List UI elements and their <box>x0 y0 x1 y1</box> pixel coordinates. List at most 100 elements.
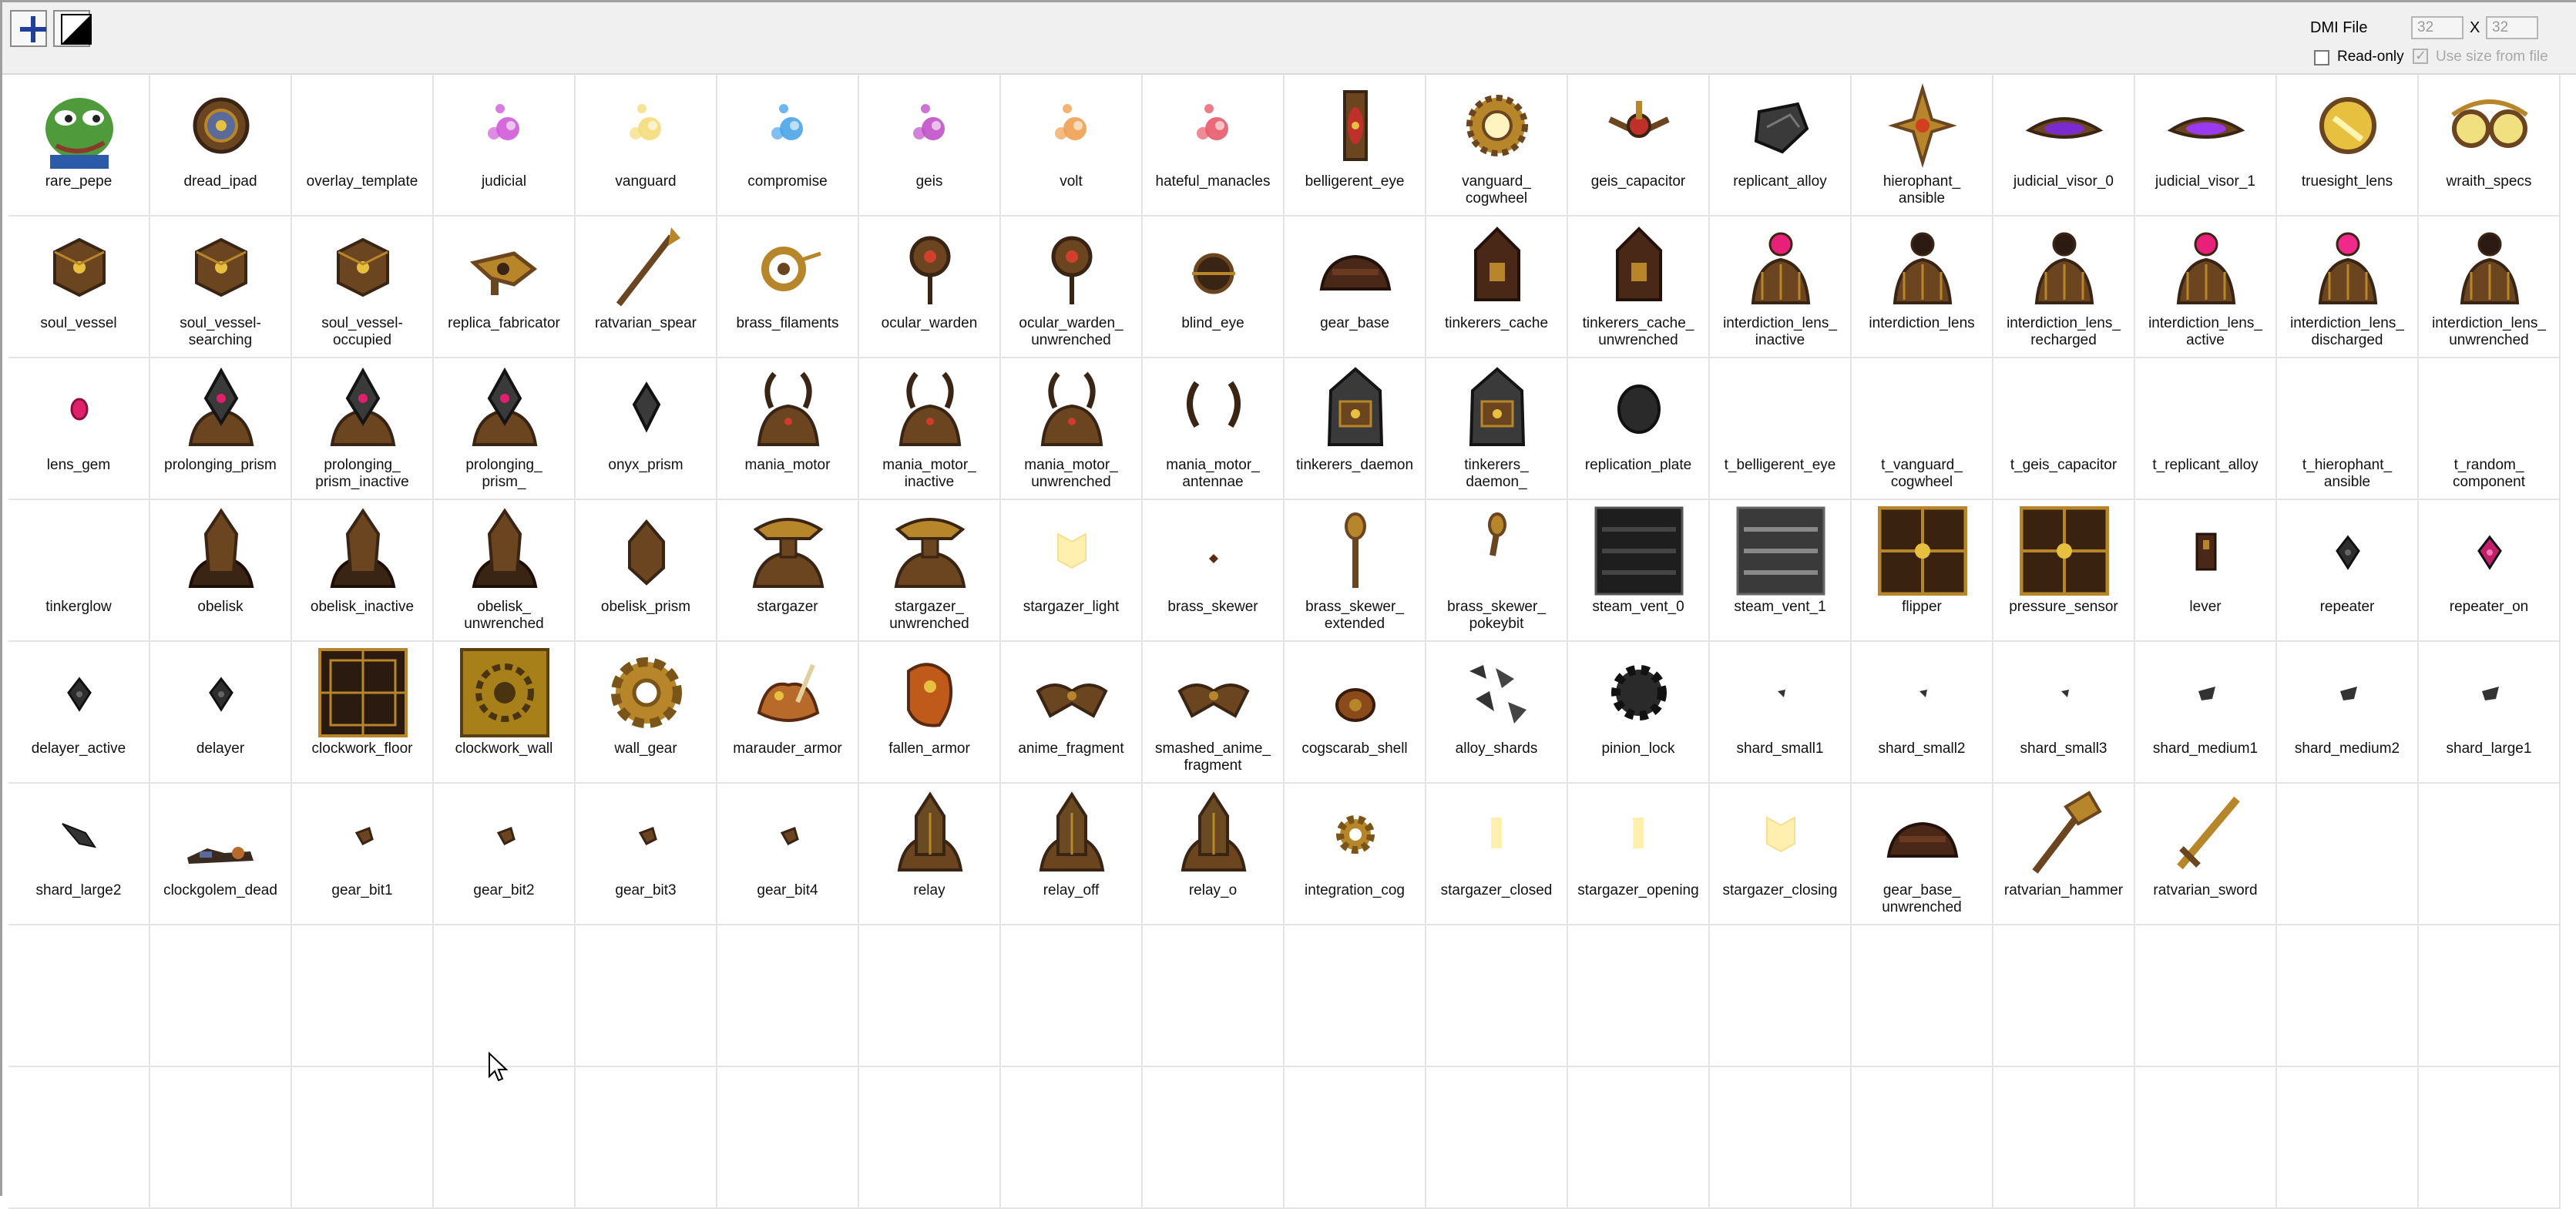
empty-state-cell[interactable] <box>1852 925 1993 1067</box>
use-size-from-file-checkbox[interactable]: ✓ <box>2413 48 2428 64</box>
icon-state-cell[interactable]: delayer_active <box>8 642 150 784</box>
empty-state-cell[interactable] <box>1993 925 2135 1067</box>
empty-state-cell[interactable] <box>1426 925 1568 1067</box>
icon-state-cell[interactable]: shard_small3 <box>1993 642 2135 784</box>
icon-state-cell[interactable]: interdiction_lens_ unwrenched <box>2419 217 2561 358</box>
icon-state-cell[interactable]: blind_eye <box>1143 217 1285 358</box>
icon-state-cell[interactable]: stargazer <box>717 500 859 642</box>
icon-state-cell[interactable]: geis <box>859 75 1001 217</box>
icon-state-cell[interactable]: clockwork_wall <box>434 642 576 784</box>
empty-state-cell[interactable] <box>1710 1067 1852 1209</box>
icon-state-cell[interactable]: gear_bit1 <box>292 784 434 925</box>
read-only-checkbox[interactable] <box>2314 50 2329 65</box>
icon-state-cell[interactable]: ratvarian_sword <box>2135 784 2277 925</box>
icon-state-cell[interactable]: gear_bit4 <box>717 784 859 925</box>
icon-state-cell[interactable]: shard_large2 <box>8 784 150 925</box>
icon-state-cell[interactable]: integration_cog <box>1285 784 1426 925</box>
icon-state-cell[interactable]: truesight_lens <box>2277 75 2419 217</box>
icon-state-cell[interactable]: t_hierophant_ ansible <box>2277 358 2419 500</box>
empty-state-cell[interactable] <box>576 1067 717 1209</box>
icon-state-cell[interactable]: ratvarian_hammer <box>1993 784 2135 925</box>
icon-state-cell[interactable]: pinion_lock <box>1568 642 1710 784</box>
icon-state-cell[interactable]: ocular_warden_ unwrenched <box>1001 217 1143 358</box>
icon-state-cell[interactable]: steam_vent_0 <box>1568 500 1710 642</box>
icon-state-cell[interactable]: brass_skewer_ pokeybit <box>1426 500 1568 642</box>
icon-state-cell[interactable]: stargazer_closing <box>1710 784 1852 925</box>
icon-state-cell[interactable]: onyx_prism <box>576 358 717 500</box>
empty-state-cell[interactable] <box>2277 1067 2419 1209</box>
icon-state-cell[interactable]: tinkerers_cache_ unwrenched <box>1568 217 1710 358</box>
icon-state-cell[interactable]: clockgolem_dead <box>150 784 292 925</box>
icon-state-cell[interactable]: interdiction_lens_ recharged <box>1993 217 2135 358</box>
icon-state-cell[interactable]: tinkerers_ daemon_ <box>1426 358 1568 500</box>
empty-state-cell[interactable] <box>1285 1067 1426 1209</box>
icon-state-cell[interactable]: t_vanguard_ cogwheel <box>1852 358 1993 500</box>
icon-state-cell[interactable]: obelisk_prism <box>576 500 717 642</box>
icon-state-cell[interactable]: t_random_ component <box>2419 358 2561 500</box>
empty-state-cell[interactable] <box>1001 925 1143 1067</box>
icon-state-cell[interactable]: steam_vent_1 <box>1710 500 1852 642</box>
icon-state-cell[interactable]: cogscarab_shell <box>1285 642 1426 784</box>
icon-state-cell[interactable]: ratvarian_spear <box>576 217 717 358</box>
icon-state-cell[interactable]: ocular_warden <box>859 217 1001 358</box>
empty-state-cell[interactable] <box>859 1067 1001 1209</box>
empty-state-cell[interactable] <box>2277 925 2419 1067</box>
icon-state-cell[interactable]: wraith_specs <box>2419 75 2561 217</box>
icon-state-cell[interactable]: stargazer_closed <box>1426 784 1568 925</box>
icon-state-cell[interactable]: repeater <box>2277 500 2419 642</box>
icon-state-cell[interactable]: alloy_shards <box>1426 642 1568 784</box>
icon-state-cell[interactable]: overlay_template <box>292 75 434 217</box>
empty-state-cell[interactable] <box>1568 925 1710 1067</box>
icon-state-cell[interactable]: relay_off <box>1001 784 1143 925</box>
icon-state-cell[interactable]: shard_medium1 <box>2135 642 2277 784</box>
empty-state-cell[interactable] <box>2277 784 2419 925</box>
icon-state-cell[interactable]: interdiction_lens <box>1852 217 1993 358</box>
icon-state-cell[interactable]: prolonging_ prism_inactive <box>292 358 434 500</box>
icon-state-cell[interactable]: vanguard_ cogwheel <box>1426 75 1568 217</box>
icon-state-cell[interactable]: interdiction_lens_ active <box>2135 217 2277 358</box>
icon-state-cell[interactable]: shard_small1 <box>1710 642 1852 784</box>
icon-state-cell[interactable]: belligerent_eye <box>1285 75 1426 217</box>
empty-state-cell[interactable] <box>150 925 292 1067</box>
icon-state-cell[interactable]: replicant_alloy <box>1710 75 1852 217</box>
icon-state-cell[interactable]: stargazer_opening <box>1568 784 1710 925</box>
icon-state-cell[interactable]: shard_large1 <box>2419 642 2561 784</box>
empty-state-cell[interactable] <box>150 1067 292 1209</box>
icon-state-cell[interactable]: lever <box>2135 500 2277 642</box>
icon-state-cell[interactable]: t_geis_capacitor <box>1993 358 2135 500</box>
icon-state-cell[interactable]: tinkerers_daemon <box>1285 358 1426 500</box>
icon-state-cell[interactable]: obelisk <box>150 500 292 642</box>
icon-state-cell[interactable]: mania_motor_ antennae <box>1143 358 1285 500</box>
add-state-button[interactable] <box>10 10 47 47</box>
icon-state-cell[interactable]: brass_skewer_ extended <box>1285 500 1426 642</box>
empty-state-cell[interactable] <box>2419 784 2561 925</box>
empty-state-cell[interactable] <box>434 925 576 1067</box>
icon-state-cell[interactable]: soul_vessel <box>8 217 150 358</box>
icon-state-cell[interactable]: hateful_manacles <box>1143 75 1285 217</box>
icon-state-cell[interactable]: judicial_visor_1 <box>2135 75 2277 217</box>
icon-state-cell[interactable]: wall_gear <box>576 642 717 784</box>
empty-state-cell[interactable] <box>2135 1067 2277 1209</box>
icon-state-cell[interactable]: prolonging_ prism_ <box>434 358 576 500</box>
empty-state-cell[interactable] <box>1285 925 1426 1067</box>
empty-state-cell[interactable] <box>8 1067 150 1209</box>
icon-state-cell[interactable]: brass_skewer <box>1143 500 1285 642</box>
icon-state-cell[interactable]: fallen_armor <box>859 642 1001 784</box>
icon-state-cell[interactable]: mania_motor_ unwrenched <box>1001 358 1143 500</box>
icon-state-cell[interactable]: soul_vessel- occupied <box>292 217 434 358</box>
icon-state-cell[interactable]: anime_fragment <box>1001 642 1143 784</box>
empty-state-cell[interactable] <box>1568 1067 1710 1209</box>
toggle-background-button[interactable] <box>53 10 92 47</box>
icon-height-input[interactable] <box>2486 16 2538 39</box>
empty-state-cell[interactable] <box>1001 1067 1143 1209</box>
empty-state-cell[interactable] <box>8 925 150 1067</box>
empty-state-cell[interactable] <box>434 1067 576 1209</box>
icon-state-cell[interactable]: delayer <box>150 642 292 784</box>
empty-state-cell[interactable] <box>292 1067 434 1209</box>
icon-state-cell[interactable]: obelisk_ unwrenched <box>434 500 576 642</box>
empty-state-cell[interactable] <box>1426 1067 1568 1209</box>
icon-state-cell[interactable]: brass_filaments <box>717 217 859 358</box>
icon-state-cell[interactable]: geis_capacitor <box>1568 75 1710 217</box>
icon-state-cell[interactable]: shard_medium2 <box>2277 642 2419 784</box>
icon-state-cell[interactable]: replica_fabricator <box>434 217 576 358</box>
